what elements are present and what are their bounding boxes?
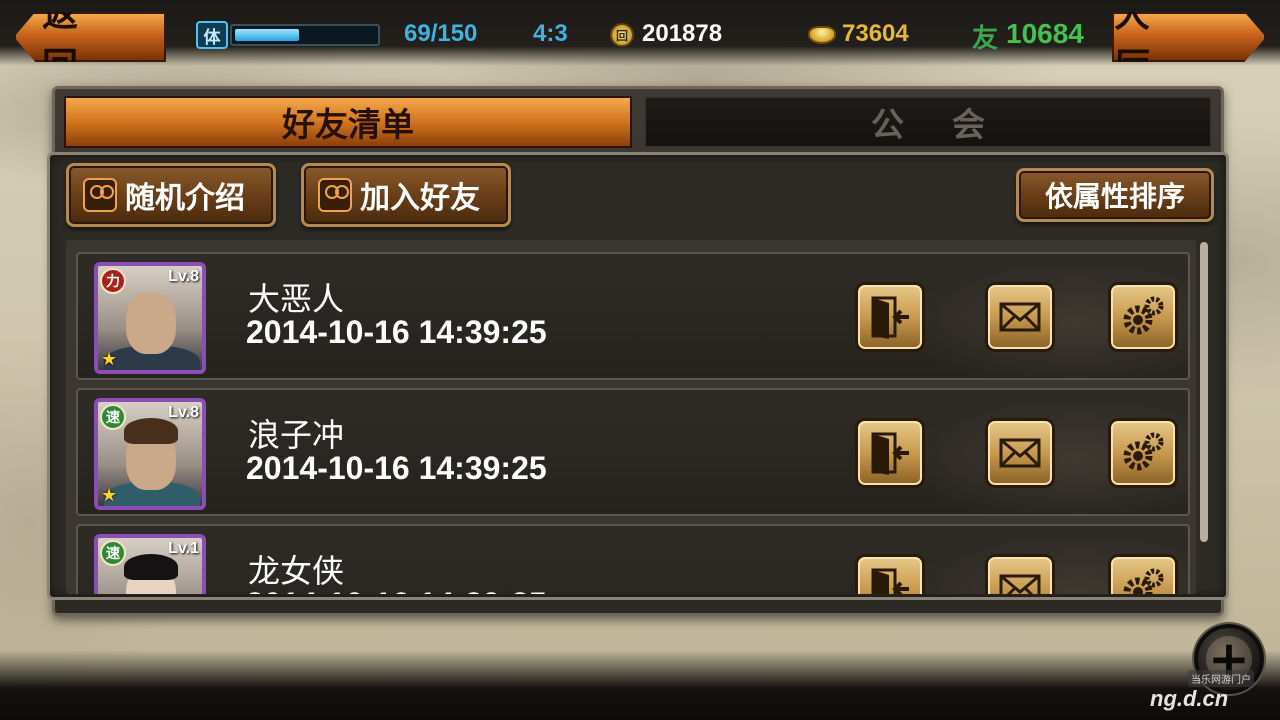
stamina-bar: [230, 24, 380, 46]
add-friend-button[interactable]: 加入好友: [301, 163, 511, 227]
watermark-small: 当乐网游门户: [1188, 670, 1254, 687]
door-enter-icon: [871, 432, 909, 475]
friend-avatar[interactable]: 力 Lv.8 ★: [94, 262, 206, 374]
friend-avatar[interactable]: 速 Lv.1: [94, 534, 206, 594]
level-label: Lv.8: [168, 404, 199, 421]
tab-guild[interactable]: 公会: [644, 96, 1212, 148]
hall-button[interactable]: 大 厅: [1112, 12, 1266, 62]
settings-button[interactable]: [1108, 554, 1178, 594]
star-icon: ★: [101, 485, 118, 506]
star-icon: ★: [101, 349, 118, 370]
visit-button[interactable]: [855, 554, 925, 594]
door-enter-icon: [871, 296, 909, 339]
envelope-icon: [999, 574, 1041, 594]
attribute-badge: 速: [100, 404, 126, 430]
attribute-badge: 速: [100, 540, 126, 566]
add-people-icon: [318, 178, 352, 212]
friend-points-icon: 友: [972, 24, 999, 54]
bottom-ink-border: [0, 650, 1280, 720]
gear-icon: [1123, 568, 1164, 594]
friend-row[interactable]: 速 Lv.1 龙女侠 2014-10-16 14:39:25: [76, 524, 1190, 594]
level-label: Lv.1: [168, 540, 199, 557]
friend-points-value: 10684: [1006, 18, 1084, 49]
random-intro-button[interactable]: 随机介绍: [66, 163, 276, 227]
stamina-value: 69/150: [404, 20, 478, 47]
friend-avatar[interactable]: 速 Lv.8 ★: [94, 398, 206, 510]
friend-last-login: 2014-10-16 14:39:25: [246, 586, 547, 594]
friend-row[interactable]: 速 Lv.8 ★ 浪子冲 2014-10-16 14:39:25: [76, 388, 1190, 516]
add-friend-label: 加入好友: [360, 181, 480, 216]
gear-icon: [1123, 432, 1164, 471]
level-label: Lv.8: [168, 268, 199, 285]
mail-button[interactable]: [985, 282, 1055, 352]
settings-button[interactable]: [1108, 282, 1178, 352]
visit-button[interactable]: [855, 418, 925, 488]
list-scrollbar[interactable]: [1200, 242, 1208, 542]
friend-last-login: 2014-10-16 14:39:25: [246, 450, 547, 486]
coins-value: 201878: [642, 20, 723, 47]
stamina-bar-fill: [235, 29, 300, 41]
door-enter-icon: [871, 568, 909, 594]
settings-button[interactable]: [1108, 418, 1178, 488]
people-icon: [83, 178, 117, 212]
watermark-logo: ng.d.cn: [1150, 686, 1229, 711]
friend-row[interactable]: 力 Lv.8 ★ 大恶人 2014-10-16 14:39:25: [76, 252, 1190, 380]
visit-button[interactable]: [855, 282, 925, 352]
mail-button[interactable]: [985, 418, 1055, 488]
back-button[interactable]: 返 回: [14, 12, 166, 62]
sort-by-attribute-button[interactable]: 依属性排序: [1016, 168, 1214, 222]
mail-button[interactable]: [985, 554, 1055, 594]
tab-friend-list[interactable]: 好友清单: [64, 96, 632, 148]
random-intro-label: 随机介绍: [125, 181, 245, 216]
ingots-value: 73604: [842, 20, 909, 47]
gold-ingot-icon: [808, 26, 836, 44]
gear-icon: [1123, 296, 1164, 335]
coin-icon: 回: [610, 23, 634, 47]
ratio-value: 4:3: [533, 20, 568, 47]
friend-last-login: 2014-10-16 14:39:25: [246, 314, 547, 350]
friend-list[interactable]: 力 Lv.8 ★ 大恶人 2014-10-16 14:39:25 速 Lv.8 …: [66, 240, 1196, 594]
attribute-badge: 力: [100, 268, 126, 294]
envelope-icon: [999, 302, 1041, 332]
stamina-icon: 体: [196, 21, 228, 49]
top-bar: [0, 0, 1280, 66]
envelope-icon: [999, 438, 1041, 468]
